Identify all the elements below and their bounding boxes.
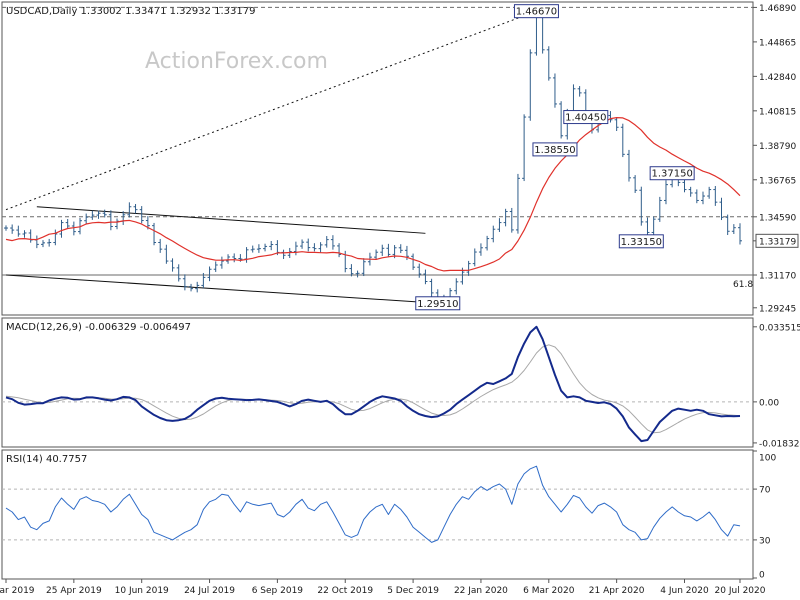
annotation-label: 1.33150 <box>621 237 662 248</box>
chart-canvas: USDCAD,Daily 1.33002 1.33471 1.32932 1.3… <box>0 0 800 600</box>
price-tick-label: 1.42840 <box>759 73 796 83</box>
macd-tick-label: 0.033515 <box>759 323 800 333</box>
x-tick-label: 25 Apr 2019 <box>46 586 102 596</box>
annotation-label: 1.38550 <box>534 145 575 156</box>
price-tick-label: 1.34590 <box>759 213 796 223</box>
macd-tick-label: -0.018324 <box>759 439 800 449</box>
annotation-label: 1.37150 <box>651 169 692 180</box>
price-tick-label: 1.44865 <box>759 38 796 48</box>
fib-level-label: 61.8 <box>733 280 753 290</box>
x-tick-label: 21 Apr 2020 <box>589 586 645 596</box>
rsi-tick-label: 30 <box>759 536 771 546</box>
x-tick-label: 24 Jul 2019 <box>184 586 235 596</box>
price-tick-label: 1.40815 <box>759 107 796 117</box>
rsi-tick-label: 0 <box>759 571 765 581</box>
rsi-panel-title: RSI(14) 40.7757 <box>6 454 87 465</box>
annotation-label: 1.46670 <box>516 7 557 18</box>
annotation-label: 1.29510 <box>417 299 458 310</box>
x-tick-label: 4 Jun 2020 <box>660 586 709 596</box>
x-tick-label: 6 Sep 2019 <box>252 586 304 596</box>
x-tick-label: 22 Jan 2020 <box>454 586 508 596</box>
macd-panel-title: MACD(12,26,9) -0.006329 -0.006497 <box>6 322 191 333</box>
annotation-label: 1.40450 <box>565 113 606 124</box>
x-tick-label: 6 Mar 2020 <box>523 586 575 596</box>
price-tick-label: 1.46890 <box>759 4 796 14</box>
price-tick-label: 1.29245 <box>759 304 796 314</box>
price-tick-label: 1.31170 <box>759 272 796 282</box>
price-tick-label: 1.38790 <box>759 142 796 152</box>
x-tick-label: 10 Jun 2019 <box>115 586 169 596</box>
x-tick-label: 22 Oct 2019 <box>317 586 373 596</box>
price-tick-label: 1.33179 <box>759 237 796 247</box>
x-tick-label: 12 Mar 2019 <box>0 586 35 596</box>
price-tick-label: 1.36765 <box>759 176 796 186</box>
macd-tick-label: 0.00 <box>759 398 779 408</box>
rsi-tick-label: 70 <box>759 486 771 496</box>
background <box>0 0 800 600</box>
rsi-tick-label: 100 <box>759 454 776 464</box>
x-tick-label: 5 Dec 2019 <box>387 586 439 596</box>
watermark: ActionForex.com <box>145 49 328 74</box>
x-tick-label: 20 Jul 2020 <box>715 586 766 596</box>
